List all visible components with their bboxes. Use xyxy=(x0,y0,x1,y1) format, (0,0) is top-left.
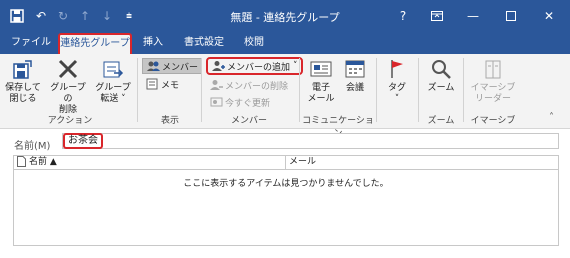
name-value[interactable]: お茶会 xyxy=(63,133,103,149)
column-header-email[interactable]: メール xyxy=(289,156,316,169)
remove-member-button[interactable]: メンバーの削除 xyxy=(209,77,288,93)
members-icon xyxy=(146,60,160,73)
save-close-icon xyxy=(10,58,36,80)
name-label: 名前(M) xyxy=(14,141,51,152)
group-separator xyxy=(201,58,202,122)
meeting-button[interactable]: 会議 xyxy=(339,58,371,94)
group-separator xyxy=(418,58,419,122)
tab-insert[interactable]: 挿入 xyxy=(138,32,168,54)
member-list: 名前 ▲ メール ここに表示するアイテムは見つかりませんでした。 xyxy=(13,155,559,246)
zoom-button[interactable]: ズーム xyxy=(424,58,458,94)
forward-group-button[interactable]: グループ 転送 ˅ xyxy=(92,58,134,105)
list-header: 名前 ▲ メール xyxy=(14,156,558,170)
dropdown-arrow-icon: ˅ xyxy=(293,61,298,71)
column-header-name[interactable]: 名前 ▲ xyxy=(29,156,285,169)
immersive-reader-icon xyxy=(480,58,506,80)
group-label-immersive: イマーシブ xyxy=(470,116,516,126)
update-icon xyxy=(209,96,223,109)
delete-x-icon xyxy=(55,58,81,80)
tab-review[interactable]: 校閲 xyxy=(238,32,270,54)
group-separator xyxy=(137,58,138,122)
group-label-zoom: ズーム xyxy=(427,116,455,126)
maximize-icon[interactable] xyxy=(494,0,528,32)
ribbon-tabs: ファイル 連絡先グループ 挿入 書式設定 校閲 xyxy=(0,32,570,54)
notes-icon xyxy=(145,78,159,91)
remove-member-icon xyxy=(209,79,223,92)
minimize-icon[interactable]: — xyxy=(456,0,490,32)
collapse-ribbon-icon[interactable]: ˄ xyxy=(549,112,554,123)
show-notes-button[interactable]: メモ xyxy=(145,76,179,92)
forward-group-icon xyxy=(100,58,126,80)
email-button[interactable]: 電子 メール xyxy=(305,58,337,105)
show-members-button[interactable]: メンバー xyxy=(142,58,203,74)
email-icon xyxy=(308,58,334,80)
save-close-button[interactable]: 保存して 閉じる xyxy=(4,58,42,105)
magnifier-icon xyxy=(428,58,454,80)
name-input[interactable] xyxy=(62,133,559,149)
ribbon: 保存して 閉じる グループの 削除 グループ 転送 ˅ アクション メンバー メ… xyxy=(0,54,570,139)
group-label-actions: アクション xyxy=(47,116,93,126)
tab-contact-group[interactable]: 連絡先グループ xyxy=(58,33,132,54)
group-label-show: 表示 xyxy=(160,116,179,126)
title-bar: ↶ ↻ ↑ ↓ ⩧ 無題 - 連絡先グループ ? — ✕ xyxy=(0,0,570,32)
help-button[interactable]: ? xyxy=(386,0,420,32)
close-icon[interactable]: ✕ xyxy=(532,0,566,32)
group-separator xyxy=(376,58,377,122)
calendar-icon xyxy=(342,58,368,80)
column-divider xyxy=(285,156,286,169)
add-member-icon xyxy=(211,60,225,73)
flag-icon xyxy=(384,58,410,80)
empty-message: ここに表示するアイテムは見つかりませんでした。 xyxy=(183,179,389,189)
group-label-members: メンバー xyxy=(230,116,267,126)
ribbon-display-options-icon[interactable] xyxy=(420,0,454,32)
immersive-reader-button[interactable]: イマーシブ リーダー xyxy=(466,58,520,105)
update-now-button[interactable]: 今すぐ更新 xyxy=(209,94,270,110)
tab-format[interactable]: 書式設定 xyxy=(176,32,232,54)
tags-button[interactable]: タグ ˅ xyxy=(382,58,412,105)
delete-group-button[interactable]: グループの 削除 xyxy=(46,58,90,116)
group-separator xyxy=(299,58,300,122)
tab-file[interactable]: ファイル xyxy=(8,32,54,54)
document-icon xyxy=(17,156,26,169)
add-members-button[interactable]: メンバーの追加 ˅ xyxy=(206,57,303,75)
